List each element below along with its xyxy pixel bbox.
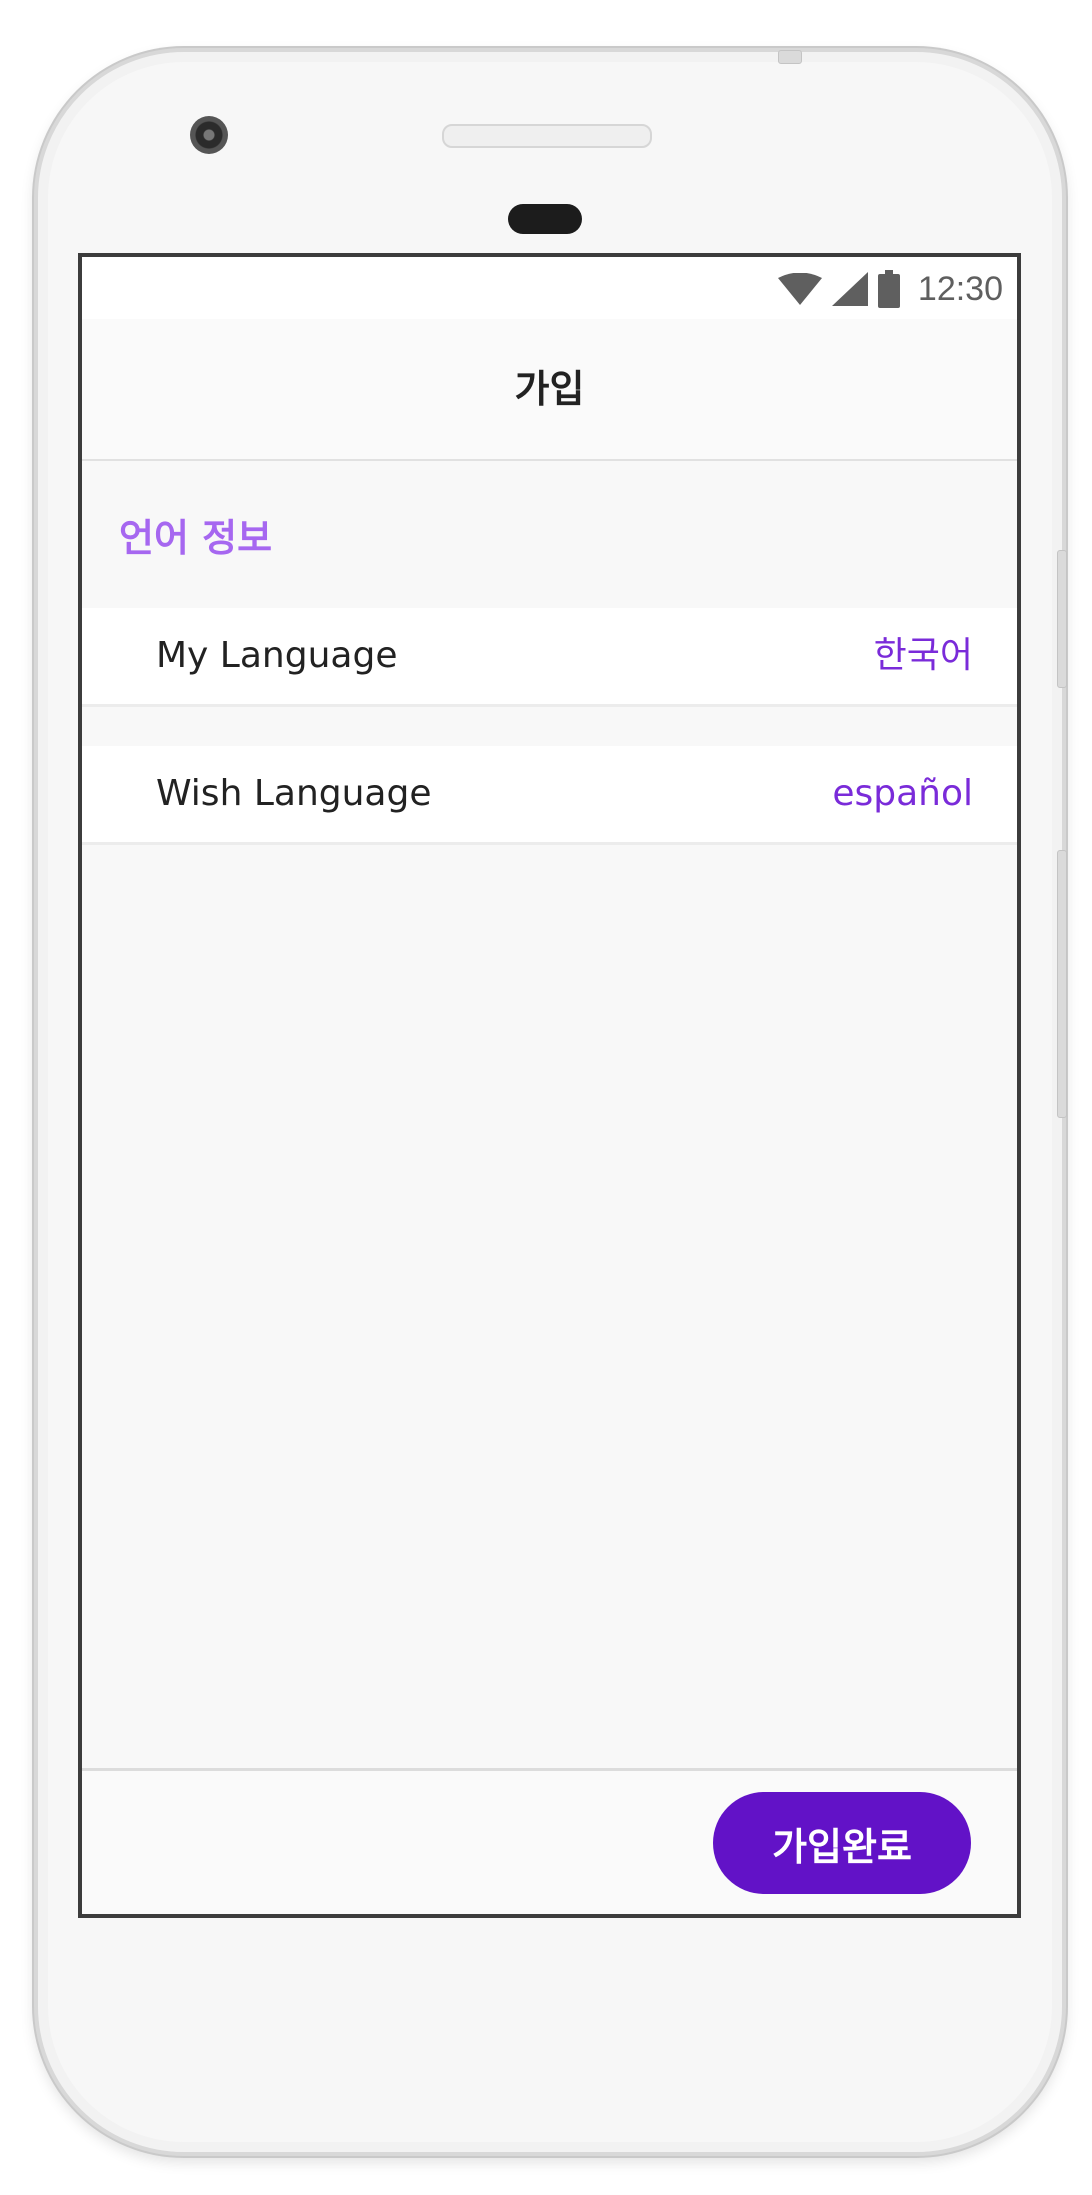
bottom-bar: 가입완료: [82, 1768, 1017, 1914]
app-bar: 가입: [82, 319, 1017, 461]
my-language-label: My Language: [156, 635, 398, 676]
clock: 12:30: [917, 269, 1003, 308]
earpiece-speaker: [442, 124, 652, 148]
section-title-language-info: 언어 정보: [119, 516, 273, 560]
status-bar: 12:30: [82, 257, 1017, 319]
volume-up-button: [1057, 550, 1067, 688]
wish-language-value[interactable]: español: [832, 746, 973, 842]
proximity-sensor: [508, 204, 582, 234]
page-title: 가입: [514, 367, 585, 411]
volume-down-button: [1057, 850, 1067, 1118]
screen: 12:30 가입 언어 정보 My Language 한국어 Wish Lang…: [78, 253, 1021, 1918]
battery-icon: [877, 270, 900, 308]
my-language-row[interactable]: My Language 한국어: [82, 608, 1017, 707]
power-button: [778, 50, 802, 64]
my-language-value[interactable]: 한국어: [874, 608, 973, 704]
signup-complete-button[interactable]: 가입완료: [713, 1792, 971, 1894]
status-icons: 12:30: [777, 269, 1003, 308]
wish-language-row[interactable]: Wish Language español: [82, 746, 1017, 845]
cell-signal-icon: [831, 272, 868, 306]
wish-language-label: Wish Language: [156, 773, 432, 814]
wifi-icon: [777, 273, 822, 305]
front-camera: [190, 116, 228, 154]
